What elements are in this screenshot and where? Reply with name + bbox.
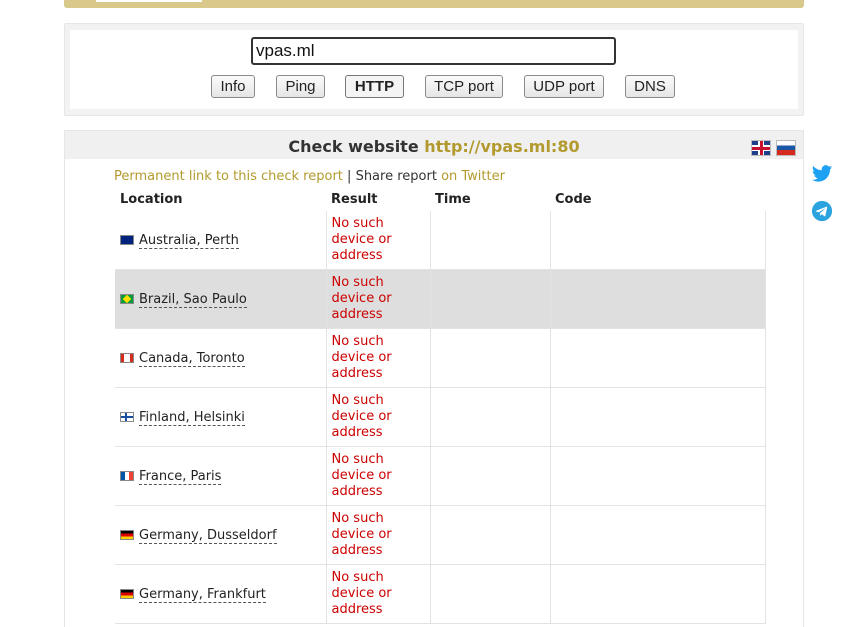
code-cell [550,387,766,447]
table-row: France, Paris No such device or address [115,446,766,506]
permanent-link[interactable]: Permanent link to this check report [114,169,343,184]
result-cell: No such device or address [326,505,431,565]
header-location: Location [115,187,326,211]
location-cell: Australia, Perth [115,211,327,270]
share-line: Permanent link to this check report | Sh… [114,169,505,184]
result-cell: No such device or address [326,446,431,506]
share-label: Share report [355,169,437,184]
fr-flag-icon [120,470,134,481]
code-cell [550,328,766,388]
separator: | [347,169,352,184]
result-cell: No such device or address [326,211,431,270]
results-table: Location Result Time Code Australia, Per… [115,187,766,624]
tab-udp-port[interactable]: UDP port [524,75,604,98]
location-link[interactable]: France, Paris [139,468,222,485]
de-flag-icon [120,529,134,540]
code-cell [550,564,766,624]
share-twitter-link[interactable]: on Twitter [441,169,505,184]
table-row: Germany, Dusseldorf No such device or ad… [115,505,766,565]
tab-http[interactable]: HTTP [345,75,404,98]
result-cell: No such device or address [326,328,431,388]
location-cell: France, Paris [115,446,327,506]
result-cell: No such device or address [326,387,431,447]
tab-tcp-port[interactable]: TCP port [425,75,503,98]
twitter-icon[interactable] [811,163,833,185]
time-cell [430,446,551,506]
host-input[interactable] [251,37,616,65]
tab-dns[interactable]: DNS [625,75,675,98]
location-cell: Canada, Toronto [115,328,327,388]
tab-ping[interactable]: Ping [276,75,325,98]
gb-flag-icon[interactable] [751,140,771,156]
location-link[interactable]: Brazil, Sao Paulo [139,291,247,308]
top-banner [64,0,804,8]
au-flag-icon [120,234,134,245]
time-cell [430,387,551,447]
ca-flag-icon [120,352,134,363]
de-flag-icon [120,588,134,599]
header-time: Time [430,187,550,211]
code-cell [550,505,766,565]
br-flag-icon [120,293,134,304]
result-cell: No such device or address [326,564,431,624]
tab-info[interactable]: Info [211,75,255,98]
table-header-row: Location Result Time Code [115,187,765,211]
time-cell [430,211,551,270]
code-cell [550,446,766,506]
result-panel: Check website http://vpas.ml:80 Permanen… [64,130,804,627]
location-link[interactable]: Finland, Helsinki [139,409,245,426]
location-link[interactable]: Australia, Perth [139,232,239,249]
fi-flag-icon [120,411,134,422]
time-cell [430,269,551,329]
location-cell: Germany, Dusseldorf [115,505,327,565]
time-cell [430,328,551,388]
location-cell: Brazil, Sao Paulo [115,269,327,329]
location-link[interactable]: Germany, Frankfurt [139,586,266,603]
time-cell [430,564,551,624]
header-result: Result [326,187,430,211]
table-row: Brazil, Sao Paulo No such device or addr… [115,269,766,329]
table-row: Canada, Toronto No such device or addres… [115,328,766,388]
table-row: Germany, Frankfurt No such device or add… [115,564,766,624]
header-code: Code [550,187,765,211]
result-title-prefix: Check website [288,137,419,156]
location-cell: Germany, Frankfurt [115,564,327,624]
result-header: Check website http://vpas.ml:80 [65,131,803,159]
table-row: Finland, Helsinki No such device or addr… [115,387,766,447]
location-cell: Finland, Helsinki [115,387,327,447]
ru-flag-icon[interactable] [776,140,796,156]
code-cell [550,269,766,329]
code-cell [550,211,766,270]
time-cell [430,505,551,565]
location-link[interactable]: Canada, Toronto [139,350,245,367]
table-row: Australia, Perth No such device or addre… [115,211,766,270]
result-title-url: http://vpas.ml:80 [424,137,580,156]
telegram-icon[interactable] [811,200,833,222]
location-link[interactable]: Germany, Dusseldorf [139,527,277,544]
result-cell: No such device or address [326,269,431,329]
result-title: Check website http://vpas.ml:80 [65,137,803,156]
